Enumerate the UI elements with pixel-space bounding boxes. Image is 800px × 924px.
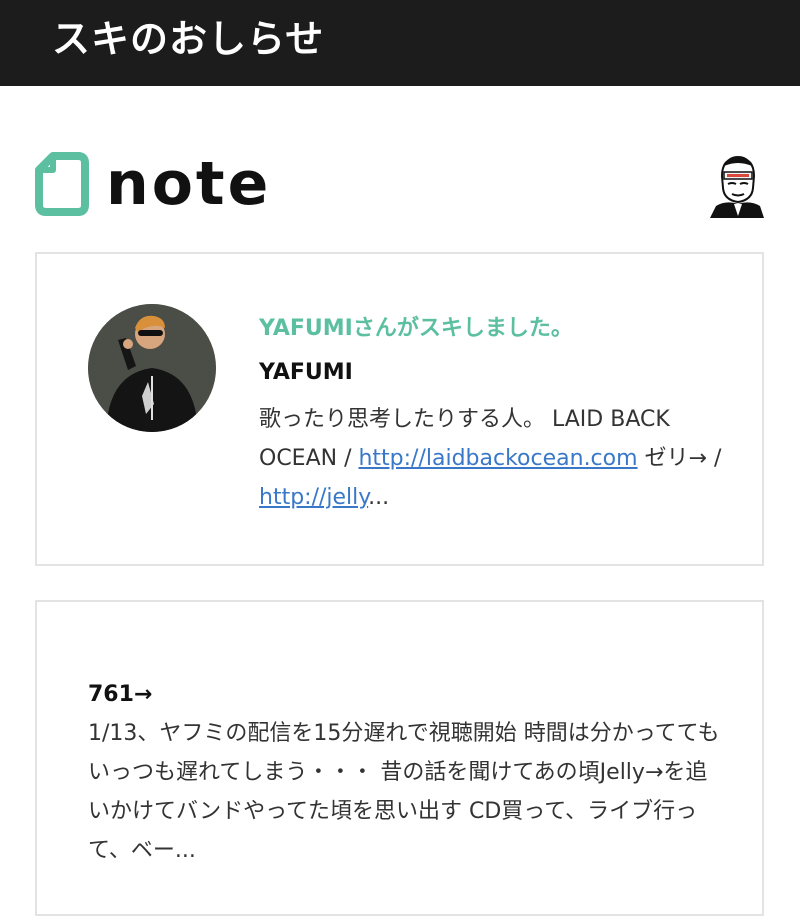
post-title[interactable]: 761→ (88, 682, 152, 707)
logo-text: note (106, 149, 272, 219)
user-name[interactable]: YAFUMI (259, 360, 353, 385)
user-bio: 歌ったり思考したりする人。 LAID BACK OCEAN / http://l… (259, 400, 743, 517)
bio-ellipsis: ... (368, 485, 390, 510)
page-title: スキのおしらせ (52, 17, 325, 61)
user-avatar[interactable] (88, 304, 216, 432)
bio-link-jelly[interactable]: http://jelly (259, 485, 368, 510)
note-logo[interactable]: note (34, 150, 271, 218)
like-message: YAFUMIさんがスキしました。 (259, 316, 573, 341)
like-notification-card[interactable]: YAFUMIさんがスキしました。 YAFUMI 歌ったり思考したりする人。 LA… (35, 252, 764, 566)
post-excerpt: 1/13、ヤフミの配信を15分遅れで視聴開始 時間は分かっててもいっつも遅れてし… (88, 721, 720, 863)
post-card[interactable]: 761→ 1/13、ヤフミの配信を15分遅れで視聴開始 時間は分かっててもいっつ… (35, 600, 764, 916)
account-avatar-icon[interactable] (708, 152, 764, 218)
top-bar: スキのおしらせ (0, 0, 800, 86)
bio-text: ゼリ→ / (637, 446, 722, 471)
note-logo-icon (35, 152, 89, 216)
bio-link-website[interactable]: http://laidbackocean.com (358, 446, 637, 471)
